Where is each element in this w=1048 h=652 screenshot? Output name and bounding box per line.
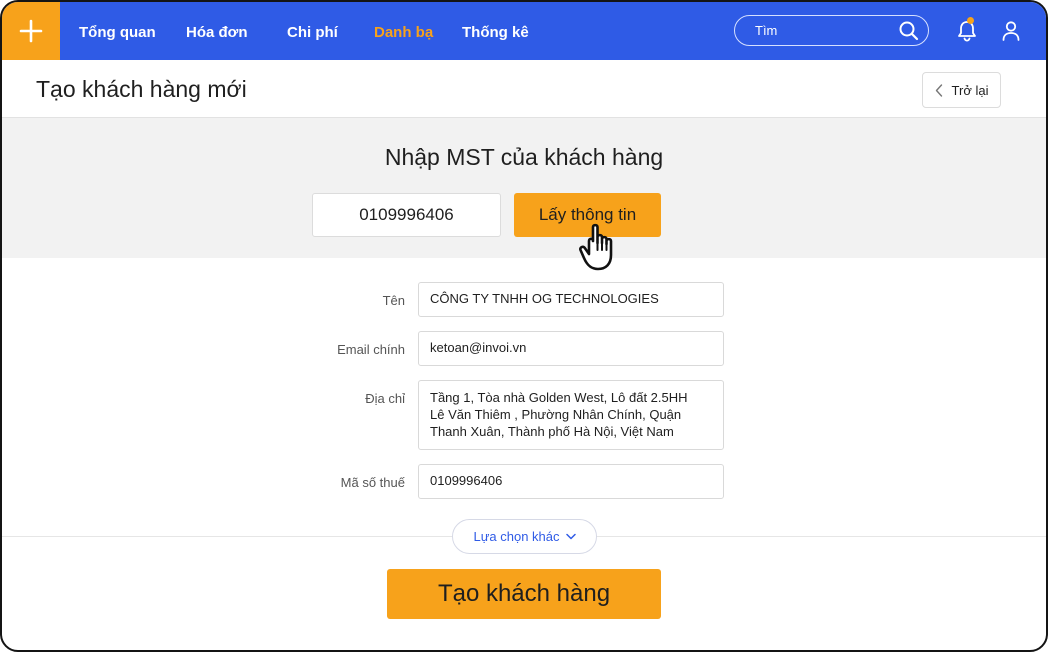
nav-item-overview[interactable]: Tổng quan: [79, 24, 156, 41]
more-options-button[interactable]: Lựa chọn khác: [452, 519, 597, 554]
add-button[interactable]: [2, 2, 60, 60]
address-label: Địa chỉ: [365, 391, 405, 406]
search-input[interactable]: Tìm: [734, 15, 929, 46]
notification-dot: [967, 17, 974, 24]
user-icon[interactable]: [1001, 20, 1021, 42]
search-icon[interactable]: [898, 20, 920, 42]
search-placeholder: Tìm: [755, 23, 778, 38]
address-field[interactable]: Tầng 1, Tòa nhà Golden West, Lô đất 2.5H…: [418, 380, 724, 450]
email-field[interactable]: ketoan@invoi.vn: [418, 331, 724, 366]
plus-icon: [19, 19, 43, 43]
address-line: Tầng 1, Tòa nhà Golden West, Lô đất 2.5H…: [430, 390, 688, 405]
nav-item-invoices[interactable]: Hóa đơn: [186, 24, 248, 41]
page-title: Tạo khách hàng mới: [36, 76, 247, 102]
nav-item-contacts[interactable]: Danh bạ: [374, 24, 433, 41]
nav-item-statistics[interactable]: Thống kê: [462, 24, 529, 41]
address-line: Lê Văn Thiêm , Phường Nhân Chính, Quận: [430, 407, 682, 422]
tax-code-field[interactable]: 0109996406: [418, 464, 724, 499]
page-header: Tạo khách hàng mới Trở lại: [2, 60, 1046, 118]
tax-code-input[interactable]: [312, 193, 501, 237]
app-window: Tổng quan Hóa đơn Chi phí Danh bạ Thống …: [0, 0, 1048, 652]
back-button-label: Trở lại: [951, 82, 989, 98]
hand-cursor-icon: [579, 223, 613, 271]
top-navbar: Tổng quan Hóa đơn Chi phí Danh bạ Thống …: [2, 2, 1046, 60]
chevron-left-icon: [935, 83, 942, 97]
nav-item-expenses[interactable]: Chi phí: [287, 24, 338, 41]
name-label: Tên: [382, 293, 405, 308]
tax-code-label: Mã số thuế: [340, 475, 405, 490]
tax-code-lookup-section: Nhập MST của khách hàng Lấy thông tin: [2, 118, 1046, 258]
create-customer-button[interactable]: Tạo khách hàng: [387, 569, 661, 619]
name-field[interactable]: CÔNG TY TNHH OG TECHNOLOGIES: [418, 282, 724, 317]
back-button[interactable]: Trở lại: [922, 72, 1001, 108]
email-label: Email chính: [337, 342, 405, 357]
more-options-label: Lựa chọn khác: [473, 529, 560, 544]
chevron-down-icon: [565, 533, 576, 540]
address-line: Thanh Xuân, Thành phố Hà Nội, Việt Nam: [430, 424, 674, 439]
tax-code-lookup-title: Nhập MST của khách hàng: [384, 144, 664, 170]
